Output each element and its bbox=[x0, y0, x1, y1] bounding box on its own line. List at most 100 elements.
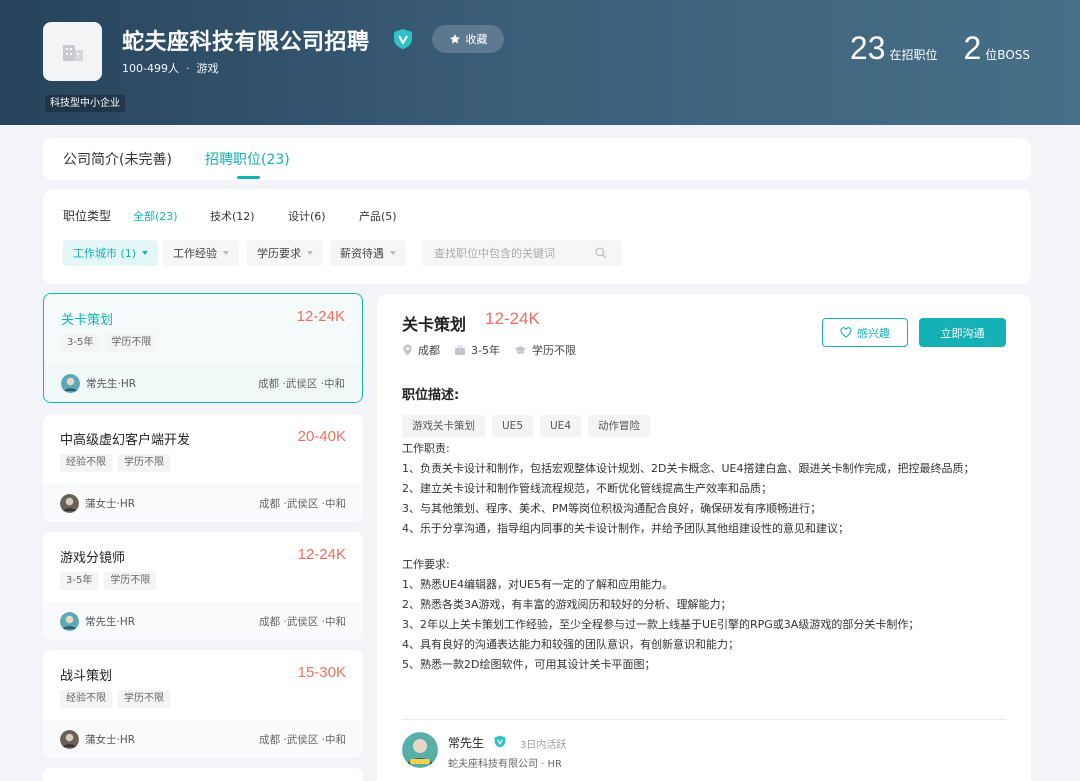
job-tag: 学历不限 bbox=[105, 334, 158, 352]
company-name: 蛇夫座科技有限公司招聘 bbox=[122, 30, 370, 55]
briefcase-icon bbox=[455, 345, 465, 355]
hr-name: 蒲女士·HR bbox=[85, 498, 136, 510]
requirement-item: 2、熟悉各类3A游戏，有丰富的游戏阅历和较好的分析、理解能力； bbox=[402, 598, 732, 611]
job-description-heading: 职位描述: bbox=[402, 388, 460, 403]
graduation-cap-icon bbox=[514, 345, 527, 354]
job-card[interactable]: 战斗策划 15-30K 经验不限 学历不限 蒲女士·HR 成都 ·武侯区 ·中和 bbox=[43, 650, 363, 758]
keyword-search bbox=[422, 240, 622, 266]
job-card[interactable]: 游戏分镜师 12-24K 3-5年 学历不限 常先生·HR 成都 ·武侯区 ·中和 bbox=[43, 532, 363, 640]
company-size: 100-499人 bbox=[122, 62, 179, 75]
experience-dropdown[interactable]: 工作经验 bbox=[163, 240, 239, 266]
verified-shield-icon bbox=[394, 29, 412, 49]
category-tech[interactable]: 技术(12) bbox=[210, 208, 255, 224]
job-tag: 3-5年 bbox=[60, 572, 99, 590]
job-salary: 12-24K bbox=[296, 308, 345, 325]
job-card[interactable]: 中高级虚幻客户端开发 20-40K 经验不限 学历不限 蒲女士·HR 成都 ·武侯… bbox=[43, 414, 363, 522]
hr-name: 常先生·HR bbox=[85, 616, 136, 628]
job-tag: 经验不限 bbox=[60, 690, 112, 708]
category-design[interactable]: 设计(6) bbox=[288, 208, 326, 224]
job-title: 关卡策划 bbox=[61, 313, 114, 328]
avatar bbox=[60, 612, 79, 631]
job-location: 成都 ·武侯区 ·中和 bbox=[259, 616, 346, 628]
company-tag: 科技型中小企业 bbox=[45, 95, 125, 112]
job-tag: 3-5年 bbox=[61, 334, 100, 352]
detail-title: 关卡策划 bbox=[402, 315, 467, 334]
company-tabs: 公司简介(未完善) 招聘职位(23) bbox=[43, 138, 1031, 180]
job-title: 中高级虚幻客户端开发 bbox=[60, 433, 191, 448]
detail-experience: 3-5年 bbox=[454, 342, 500, 358]
duties-heading: 工作职责: bbox=[402, 442, 450, 455]
interested-button[interactable]: 感兴趣 bbox=[822, 318, 908, 347]
stat-boss-count[interactable]: 2 位BOSS bbox=[964, 30, 1031, 67]
detail-salary: 12-24K bbox=[485, 309, 540, 328]
search-icon[interactable] bbox=[594, 246, 608, 260]
caret-down-icon bbox=[223, 251, 229, 255]
job-tag: 学历不限 bbox=[118, 454, 170, 472]
company-stats: 23 在招职位 2 位BOSS bbox=[850, 30, 1030, 67]
location-pin-icon bbox=[403, 344, 412, 356]
job-salary: 12-24K bbox=[297, 546, 346, 563]
duty-item: 2、建立关卡设计和制作管线流程规范，不断优化管线提高生产效率和品质； bbox=[402, 482, 772, 495]
education-dropdown[interactable]: 学历要求 bbox=[247, 240, 323, 266]
building-icon bbox=[62, 44, 83, 61]
job-salary: 15-30K bbox=[297, 664, 346, 681]
caret-down-icon bbox=[142, 251, 149, 255]
requirement-item: 3、2年以上关卡策划工作经验，至少全程参与过一款上线基于UE引擎的RPG或3A级… bbox=[402, 618, 920, 631]
divider bbox=[402, 719, 1006, 720]
city-dropdown[interactable]: 工作城市 (1) bbox=[63, 240, 159, 266]
detail-city: 成都 bbox=[402, 342, 440, 358]
tab-company-intro[interactable]: 公司简介(未完善) bbox=[63, 149, 172, 169]
heart-icon bbox=[840, 327, 852, 338]
job-type-label: 职位类型 bbox=[63, 209, 112, 223]
requirement-item: 5、熟悉一款2D绘图软件，可用其设计关卡平面图； bbox=[402, 658, 656, 671]
job-tag: 经验不限 bbox=[60, 454, 112, 472]
duty-item: 1、负责关卡设计和制作，包括宏观整体设计规划、2D关卡概念、UE4搭建白盒、跟进… bbox=[402, 462, 975, 475]
star-icon bbox=[449, 34, 460, 44]
category-all[interactable]: 全部(23) bbox=[133, 208, 178, 224]
company-meta: 100-499人 · 游戏 bbox=[122, 62, 219, 75]
verified-icon bbox=[494, 735, 506, 748]
salary-dropdown[interactable]: 薪资待遇 bbox=[330, 240, 406, 266]
avatar bbox=[60, 730, 79, 749]
skill-tag: UE5 bbox=[492, 415, 533, 437]
job-tag: 学历不限 bbox=[118, 690, 170, 708]
stat-open-positions[interactable]: 23 在招职位 bbox=[850, 30, 938, 67]
job-salary: 20-40K bbox=[297, 428, 346, 445]
active-tab-indicator bbox=[237, 176, 260, 179]
caret-down-icon bbox=[390, 251, 396, 255]
job-detail-panel: 关卡策划 12-24K 成都 3-5年 学历不限 感兴趣 立即沟通 职位描述: … bbox=[377, 294, 1031, 781]
duty-item: 4、乐于分享沟通，指导组内同事的关卡设计制作，并给予团队其他组建设性的意见和建议… bbox=[402, 522, 849, 535]
recruiter-name: 常先生 bbox=[448, 736, 485, 750]
recruiter-activity: 3日内活跃 bbox=[520, 740, 567, 751]
detail-education: 学历不限 bbox=[514, 342, 576, 358]
skill-tag: 游戏关卡策划 bbox=[402, 415, 485, 437]
job-title: 战斗策划 bbox=[60, 669, 113, 684]
recruiter-company: 蛇夫座科技有限公司 · HR bbox=[448, 759, 563, 770]
hr-name: 蒲女士·HR bbox=[85, 734, 136, 746]
chat-now-button[interactable]: 立即沟通 bbox=[919, 318, 1006, 347]
avatar bbox=[60, 494, 79, 513]
avatar bbox=[61, 374, 80, 393]
company-industry: 游戏 bbox=[196, 62, 219, 75]
requirement-item: 4、具有良好的沟通表达能力和较强的团队意识，有创新意识和能力； bbox=[402, 638, 739, 651]
requirement-item: 1、熟悉UE4编辑器，对UE5有一定的了解和应用能力。 bbox=[402, 578, 673, 591]
category-product[interactable]: 产品(5) bbox=[359, 208, 397, 224]
caret-down-icon bbox=[307, 251, 313, 255]
skill-tag: 动作冒险 bbox=[588, 415, 650, 437]
job-description-body: 工作职责: 1、负责关卡设计和制作，包括宏观整体设计规划、2D关卡概念、UE4搭… bbox=[402, 439, 992, 675]
company-logo bbox=[43, 22, 102, 81]
job-location: 成都 ·武侯区 ·中和 bbox=[259, 734, 346, 746]
job-tag: 学历不限 bbox=[104, 572, 157, 590]
company-header: 蛇夫座科技有限公司招聘 收藏 100-499人 · 游戏 科技型中小企业 23 在招职… bbox=[0, 0, 1080, 125]
requirements-heading: 工作要求: bbox=[402, 558, 450, 571]
recruiter-avatar bbox=[402, 732, 438, 768]
job-title: 游戏分镜师 bbox=[60, 551, 126, 566]
favorite-button[interactable]: 收藏 bbox=[432, 25, 504, 53]
duty-item: 3、与其他策划、程序、美术、PM等岗位积极沟通配合良好，确保研发有序顺畅进行； bbox=[402, 502, 822, 515]
job-card[interactable]: 关卡策划 12-24K 3-5年 学历不限 常先生·HR 成都 ·武侯区 ·中和 bbox=[43, 293, 363, 403]
skill-tag: UE4 bbox=[540, 415, 581, 437]
tab-jobs[interactable]: 招聘职位(23) bbox=[205, 149, 290, 169]
keyword-search-input[interactable] bbox=[434, 246, 594, 260]
job-card[interactable] bbox=[43, 768, 363, 781]
hr-name: 常先生·HR bbox=[86, 378, 137, 390]
